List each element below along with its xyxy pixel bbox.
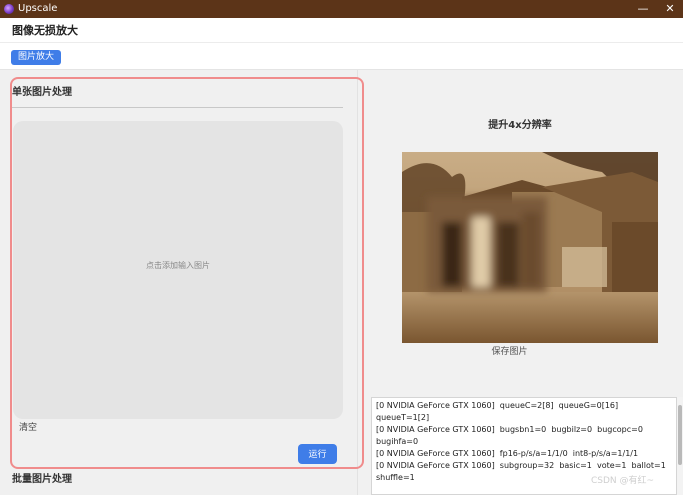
image-dropzone[interactable]: 点击添加输入图片 [13, 121, 343, 419]
batch-section-title: 批量图片处理 [12, 474, 72, 485]
window-titlebar: Upscale — ✕ [0, 0, 683, 18]
log-line: [0 NVIDIA GeForce GTX 1060] queueC=2[8] … [376, 401, 624, 422]
app-logo-icon [4, 4, 14, 14]
page-title: 图像无损放大 [12, 24, 78, 37]
upscaled-result-image [402, 152, 658, 343]
section-divider [12, 107, 343, 108]
log-scroll-thumb[interactable] [678, 405, 682, 465]
log-line: [0 NVIDIA GeForce GTX 1060] bugsbn1=0 bu… [376, 425, 649, 446]
minimize-button[interactable]: — [630, 0, 656, 18]
header-divider [0, 42, 683, 43]
close-button[interactable]: ✕ [657, 0, 683, 18]
run-button[interactable]: 运行 [298, 444, 337, 464]
log-line: [0 NVIDIA GeForce GTX 1060] fp16-p/s/a=1… [376, 449, 639, 458]
single-image-section-title: 单张图片处理 [12, 87, 72, 98]
watermark: CSDN @有红~ [591, 476, 655, 486]
result-title: 提升4x分辨率 [488, 120, 552, 131]
dropzone-hint: 点击添加输入图片 [146, 261, 210, 270]
clear-button[interactable]: 清空 [19, 423, 37, 434]
save-image-button[interactable]: 保存图片 [357, 347, 662, 358]
sepia-photo [402, 152, 658, 343]
window-title: Upscale [18, 3, 58, 14]
tab-image-upscale[interactable]: 图片放大 [11, 50, 62, 65]
